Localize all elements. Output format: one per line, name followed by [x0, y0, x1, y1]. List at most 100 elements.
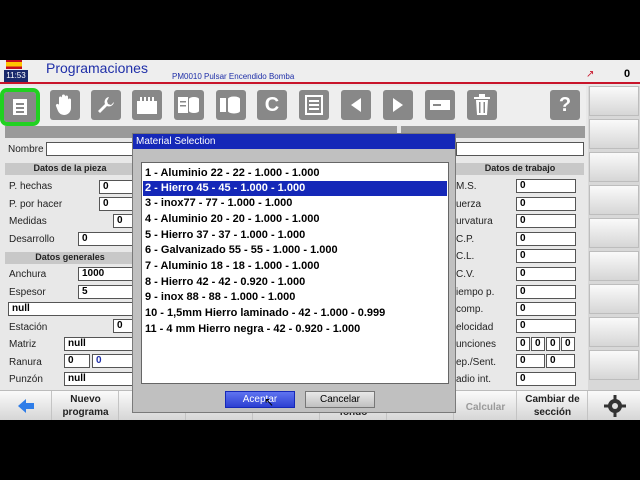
cp-field[interactable]: 0: [516, 232, 576, 246]
next-button[interactable]: [383, 90, 413, 120]
machine-screen: 11:53 Programaciones PM0010 Pulsar Encen…: [0, 60, 640, 420]
list-item[interactable]: 11 - 4 mm Hierro negra - 42 - 0.920 - 1.…: [143, 322, 447, 337]
material-list[interactable]: 1 - Aluminio 22 - 22 - 1.000 - 1.000 2 -…: [141, 162, 449, 384]
softkey-4[interactable]: [589, 185, 639, 215]
funciones-field-2[interactable]: 0: [531, 337, 545, 351]
velocidad-field[interactable]: 0: [516, 319, 576, 333]
curvatura-field[interactable]: 0: [516, 214, 576, 228]
curvatura-label: urvatura: [456, 216, 493, 227]
gear-icon: [603, 395, 626, 417]
spain-flag-icon[interactable]: [6, 60, 22, 69]
matriz-label: Matriz: [9, 339, 37, 350]
arrow-indicator-icon: ↗: [586, 69, 595, 80]
machine-button[interactable]: [132, 90, 162, 120]
estacion-field[interactable]: 0: [113, 319, 133, 333]
cv-label: C.V.: [456, 269, 475, 280]
c-letter-icon: C: [264, 93, 280, 116]
settings-button[interactable]: [589, 391, 640, 420]
calcular-button[interactable]: Calcular: [455, 391, 517, 420]
factory-icon: [137, 97, 157, 114]
nombre-field-right[interactable]: [456, 142, 584, 156]
softkey-8[interactable]: [589, 317, 639, 347]
softkey-9[interactable]: [589, 350, 639, 380]
status-message: PM0010 Pulsar Encendido Bomba: [172, 72, 295, 81]
funciones-field-3[interactable]: 0: [546, 337, 560, 351]
back-arrow-icon: [17, 399, 34, 413]
list-item[interactable]: 1 - Aluminio 22 - 22 - 1.000 - 1.000: [143, 166, 447, 181]
c-mode-button[interactable]: C: [257, 90, 287, 120]
manual-mode-button[interactable]: [50, 90, 80, 120]
database-gear-button[interactable]: [216, 90, 246, 120]
softkey-6[interactable]: [589, 251, 639, 281]
sent-field[interactable]: 0: [546, 354, 575, 368]
help-button[interactable]: ?: [550, 90, 580, 120]
counter-value: 0: [624, 68, 631, 80]
minus-button[interactable]: [425, 90, 455, 120]
ms-field[interactable]: 0: [516, 179, 576, 193]
clock: 11:53: [4, 70, 28, 82]
material-field[interactable]: null: [8, 302, 133, 316]
tools-button[interactable]: [91, 90, 121, 120]
p-hechas-field[interactable]: 0: [99, 180, 133, 194]
p-por-hacer-field[interactable]: 0: [99, 197, 133, 211]
funciones-field-4[interactable]: 0: [561, 337, 575, 351]
tiempo-label: iempo p.: [456, 287, 495, 298]
list-item[interactable]: 7 - Aluminio 18 - 18 - 1.000 - 1.000: [143, 259, 447, 274]
matriz-field[interactable]: null: [64, 337, 133, 351]
fuerza-label: uerza: [456, 199, 482, 210]
radio-int-label: adio int.: [456, 374, 492, 385]
softkey-3[interactable]: [589, 152, 639, 182]
form-list-button[interactable]: [299, 90, 329, 120]
trash-icon: [474, 94, 490, 115]
desarrollo-field[interactable]: 0: [78, 232, 133, 246]
list-item[interactable]: 5 - Hierro 37 - 37 - 1.000 - 1.000: [143, 228, 447, 243]
cambiar-seccion-button[interactable]: Cambiar de sección: [518, 391, 588, 420]
fuerza-field[interactable]: 0: [516, 197, 576, 211]
list-item-selected[interactable]: 2 - Hierro 45 - 45 - 1.000 - 1.000: [143, 181, 447, 196]
list-item[interactable]: 6 - Galvanizado 55 - 55 - 1.000 - 1.000: [143, 243, 447, 258]
list-item[interactable]: 10 - 1,5mm Hierro laminado - 42 - 1.000 …: [143, 306, 447, 321]
previous-button[interactable]: [341, 90, 371, 120]
anchura-field[interactable]: 1000: [78, 267, 133, 281]
cancel-button[interactable]: Cancelar: [305, 391, 375, 408]
espesor-field[interactable]: 5: [78, 285, 133, 299]
softkey-7[interactable]: [589, 284, 639, 314]
mouse-pointer-icon: ↖: [264, 395, 275, 409]
nombre-field[interactable]: [46, 142, 136, 156]
delete-button[interactable]: [467, 90, 497, 120]
toolbar: C ?: [0, 86, 586, 126]
punzon-field[interactable]: null: [64, 372, 133, 386]
rep-sent-label: ep./Sent.: [456, 357, 497, 368]
list-item[interactable]: 4 - Aluminio 20 - 20 - 1.000 - 1.000: [143, 212, 447, 227]
nuevo-programa-button[interactable]: Nuevo programa: [53, 391, 119, 420]
ranura-field-1[interactable]: 0: [64, 354, 90, 368]
ranura-label: Ranura: [9, 357, 42, 368]
medidas-field[interactable]: 0: [113, 214, 133, 228]
rep-field[interactable]: 0: [516, 354, 545, 368]
list-item[interactable]: 9 - inox 88 - 88 - 1.000 - 1.000: [143, 290, 447, 305]
radio-int-field[interactable]: 0: [516, 372, 576, 386]
softkey-1[interactable]: [589, 86, 639, 116]
ranura-field-2[interactable]: 0: [92, 354, 133, 368]
cl-field[interactable]: 0: [516, 249, 576, 263]
list-item[interactable]: 3 - inox77 - 77 - 1.000 - 1.000: [143, 196, 447, 211]
softkey-2[interactable]: [589, 119, 639, 149]
back-button[interactable]: [0, 391, 52, 420]
minus-bar-icon: [430, 100, 450, 110]
arrow-right-icon: [393, 98, 403, 112]
ms-label: M.S.: [456, 181, 477, 192]
p-hechas-label: P. hechas: [9, 181, 53, 192]
cl-label: C.L.: [456, 251, 475, 262]
document-button[interactable]: [0, 88, 40, 126]
wrench-icon: [98, 97, 114, 113]
espesor-label: Espesor: [9, 287, 46, 298]
list-item[interactable]: 8 - Hierro 42 - 42 - 0.920 - 1.000: [143, 275, 447, 290]
accept-button[interactable]: Aceptar: [225, 391, 295, 408]
database-list-button[interactable]: [174, 90, 204, 120]
softkey-5[interactable]: [589, 218, 639, 248]
cv-field[interactable]: 0: [516, 267, 576, 281]
velocidad-label: elocidad: [456, 322, 494, 333]
tiempo-field[interactable]: 0: [516, 285, 576, 299]
funciones-field-1[interactable]: 0: [516, 337, 530, 351]
comp-field[interactable]: 0: [516, 302, 576, 316]
